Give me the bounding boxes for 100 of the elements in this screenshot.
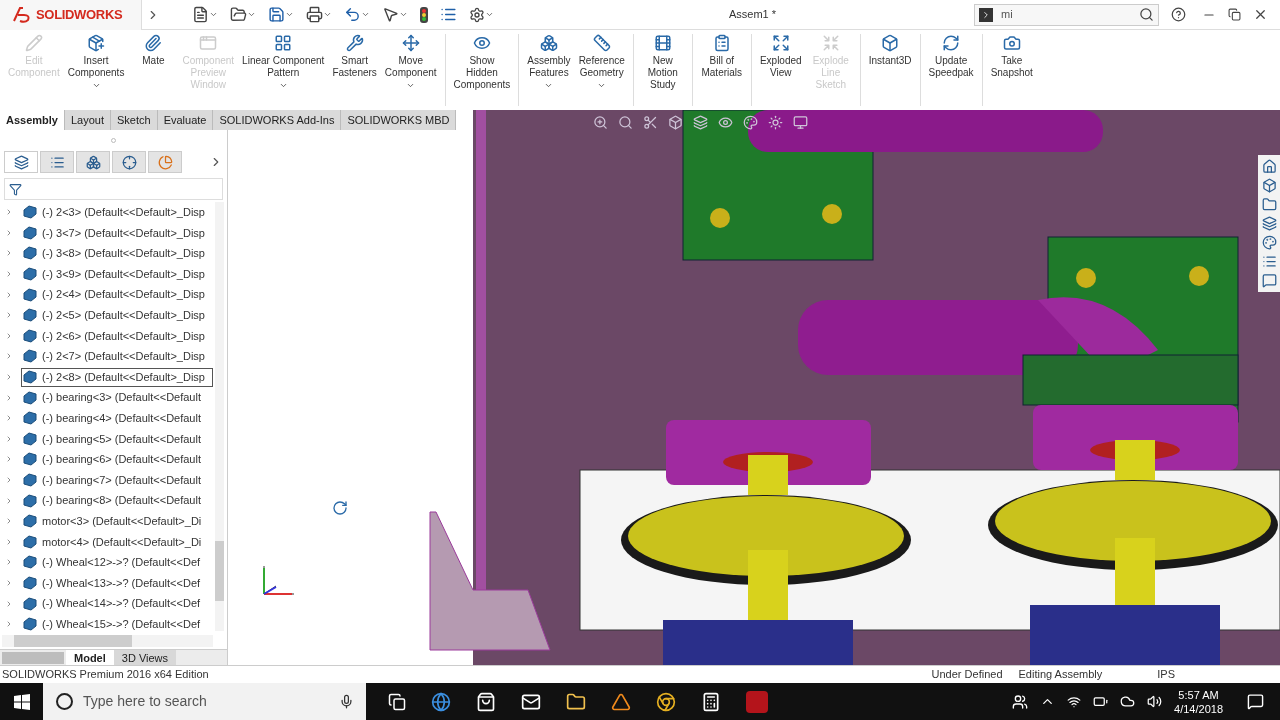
configuration-tab[interactable]	[76, 151, 110, 173]
print-icon[interactable]	[306, 6, 323, 23]
tree-item[interactable]: (-) bearing<8> (Default<<Default	[21, 491, 213, 511]
app-logo[interactable]: SOLIDWORKS	[0, 0, 142, 30]
ribbon-button[interactable]: Take Snapshot	[986, 34, 1037, 79]
cone-icon[interactable]	[611, 691, 631, 712]
command-tab[interactable]: Evaluate	[157, 110, 214, 130]
ribbon-button[interactable]: Show Hidden Components	[449, 34, 515, 91]
zoom-area-icon[interactable]	[618, 115, 633, 130]
clock[interactable]: 5:57 AM 4/14/2018	[1174, 687, 1223, 716]
tree-item[interactable]: (-) 3<8> (Default<<Default>_Disp	[21, 244, 213, 263]
tree-item[interactable]: (-) 2<3> (Default<<Default>_Disp	[21, 202, 213, 222]
caret-icon[interactable]	[247, 10, 256, 19]
display-tab[interactable]	[148, 151, 182, 173]
notifications-icon[interactable]	[1247, 693, 1264, 710]
cube-icon[interactable]	[1261, 178, 1277, 193]
settings-icon[interactable]	[469, 6, 485, 23]
tree-item[interactable]: (-) 2<7> (Default<<Default>_Disp	[21, 346, 213, 366]
tree-item[interactable]: (-) 2<4> (Default<<Default>_Disp	[21, 285, 213, 305]
command-tab[interactable]: Assembly	[0, 110, 65, 130]
caret-icon[interactable]	[406, 81, 416, 90]
search-field[interactable]: mi	[974, 3, 1159, 26]
palette-icon[interactable]	[1261, 235, 1277, 250]
monitor-icon[interactable]	[793, 115, 808, 130]
tree-item[interactable]: (-) 3<9> (Default<<Default>_Disp	[21, 264, 213, 284]
caret-icon[interactable]	[91, 81, 101, 90]
dimxpert-tab[interactable]	[112, 151, 146, 173]
eye-icon[interactable]	[718, 115, 733, 130]
search-icon[interactable]	[1139, 7, 1154, 22]
filter-icon[interactable]	[9, 182, 22, 196]
tree-item[interactable]: motor<3> (Default<<Default>_Di	[21, 511, 213, 531]
cloud-icon[interactable]	[1120, 694, 1136, 709]
tree-item[interactable]: (-) Wheal<14>->? (Default<<Def	[21, 594, 213, 614]
windows-start-icon[interactable]	[14, 693, 30, 710]
caret-icon[interactable]	[597, 81, 607, 90]
calculator-icon[interactable]	[701, 691, 721, 712]
task-view-icon[interactable]	[388, 692, 406, 711]
zoom-fit-icon[interactable]	[593, 115, 608, 130]
undo-icon[interactable]	[344, 6, 361, 23]
network-icon[interactable]	[1067, 694, 1082, 709]
section-view-icon[interactable]	[643, 115, 658, 130]
ribbon-button[interactable]: Smart Fasteners	[328, 34, 381, 79]
caret-icon[interactable]	[485, 10, 494, 19]
ribbon-button[interactable]: Assembly Features	[523, 34, 575, 90]
tree-item[interactable]: (-) bearing<7> (Default<<Default	[21, 470, 213, 490]
close-icon[interactable]	[1253, 7, 1268, 22]
help-icon[interactable]	[1171, 7, 1186, 22]
battery-icon[interactable]	[1093, 694, 1109, 709]
tree-item[interactable]: (-) Wheal<15>->? (Default<<Def	[21, 614, 213, 634]
ribbon-button[interactable]: Mate	[128, 34, 179, 67]
taskbar-search-field[interactable]: Type here to search	[43, 683, 366, 720]
feature-tree-tab[interactable]	[4, 151, 38, 173]
tree-item[interactable]: (-) 2<8> (Default<<Default>_Disp	[21, 367, 213, 387]
pointer-icon[interactable]	[382, 6, 399, 23]
tree-item[interactable]: (-) bearing<4> (Default<<Default	[21, 408, 213, 428]
tree-item[interactable]: (-) 2<6> (Default<<Default>_Disp	[21, 326, 213, 346]
microphone-icon[interactable]	[339, 694, 354, 709]
tree-item[interactable]: (-) 3<7> (Default<<Default>_Disp	[21, 223, 213, 243]
chat-icon[interactable]	[1261, 273, 1277, 288]
volume-icon[interactable]	[1147, 694, 1163, 709]
save-icon[interactable]	[268, 6, 285, 23]
ribbon-button[interactable]: Exploded View	[755, 34, 806, 79]
ribbon-button[interactable]: Linear Component Pattern	[238, 34, 329, 90]
ribbon-button[interactable]: Instant3D	[864, 34, 916, 67]
ribbon-button[interactable]: Insert Components	[63, 34, 129, 90]
caret-icon[interactable]	[209, 10, 218, 19]
command-tab[interactable]: SOLIDWORKS MBD	[341, 110, 457, 130]
ribbon-button[interactable]: Reference Geometry	[574, 34, 629, 90]
command-tab[interactable]: Sketch	[111, 110, 158, 130]
chrome-icon[interactable]	[656, 691, 676, 712]
property-tab[interactable]	[40, 151, 74, 173]
ribbon-button[interactable]: New Motion Study	[637, 34, 688, 91]
file-properties-icon[interactable]	[440, 6, 457, 23]
restore-icon[interactable]	[1228, 8, 1241, 21]
file-explorer-icon[interactable]	[566, 691, 586, 712]
command-tab[interactable]: Layout	[65, 110, 111, 130]
bottom-tab[interactable]: 3D Views	[113, 649, 177, 666]
ribbon-button[interactable]: Update Speedpak	[924, 34, 978, 79]
tree-item[interactable]: (-) Wheal<13>->? (Default<<Def	[21, 573, 213, 593]
tree-item[interactable]: (-) Wheal<12>->? (Default<<Def	[21, 552, 213, 572]
layers-icon[interactable]	[1261, 216, 1277, 231]
browser-icon[interactable]	[431, 691, 451, 712]
sun-icon[interactable]	[768, 115, 783, 130]
tree-item[interactable]: (-) bearing<5> (Default<<Default	[21, 429, 213, 449]
ribbon-button[interactable]: Bill of Materials	[696, 34, 747, 79]
list-icon[interactable]	[1261, 254, 1277, 269]
app-taskbar-icon[interactable]	[746, 690, 768, 713]
tree-item[interactable]: (-) bearing<6> (Default<<Default	[21, 449, 213, 469]
caret-icon[interactable]	[285, 10, 294, 19]
new-file-icon[interactable]	[192, 6, 209, 23]
caret-icon[interactable]	[323, 10, 332, 19]
units-label[interactable]: IPS	[1157, 666, 1175, 683]
caret-icon[interactable]	[361, 10, 370, 19]
tree-item[interactable]: (-) 2<5> (Default<<Default>_Disp	[21, 305, 213, 325]
home-icon[interactable]	[1261, 159, 1277, 174]
people-icon[interactable]	[1012, 693, 1029, 710]
ribbon-button[interactable]: Move Component	[380, 34, 441, 90]
traffic-light-icon[interactable]	[420, 6, 428, 23]
caret-icon[interactable]	[278, 81, 288, 90]
open-folder-icon[interactable]	[230, 6, 247, 23]
